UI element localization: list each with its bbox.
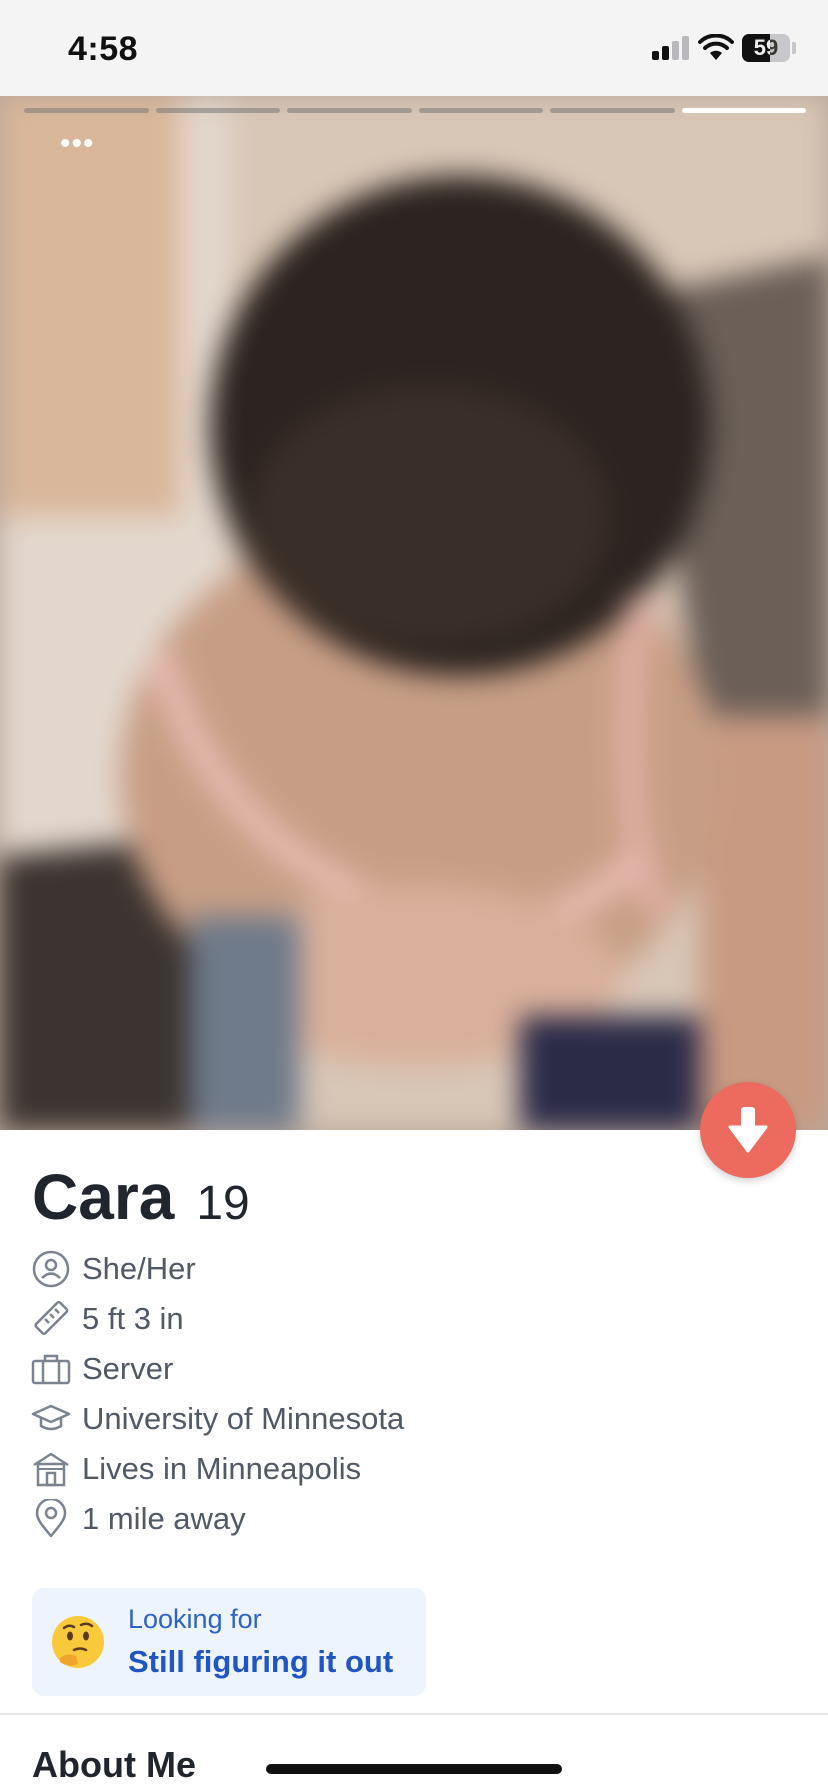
photo-progress-segment xyxy=(550,108,675,113)
more-dots-icon[interactable]: ••• xyxy=(60,129,95,159)
detail-school-text: University of Minnesota xyxy=(82,1401,405,1436)
photo-progress-segment xyxy=(681,108,806,113)
dislike-button[interactable] xyxy=(700,1082,796,1178)
thinking-face-emoji xyxy=(52,1616,104,1668)
detail-pronouns: She/Her xyxy=(30,1244,404,1294)
battery-icon: 59 xyxy=(742,34,790,62)
detail-height-text: 5 ft 3 in xyxy=(82,1301,184,1336)
looking-for-value: Still figuring it out xyxy=(128,1644,394,1679)
photo-progress-segment xyxy=(24,108,149,113)
detail-height: 5 ft 3 in xyxy=(30,1294,404,1344)
detail-distance-text: 1 mile away xyxy=(82,1501,246,1536)
photo-progress-segment xyxy=(287,108,412,113)
detail-school: University of Minnesota xyxy=(30,1394,404,1444)
location-pin-icon xyxy=(30,1498,72,1540)
status-bar: 4:58 59 xyxy=(0,0,828,96)
detail-residence-text: Lives in Minneapolis xyxy=(82,1451,362,1486)
detail-job-text: Server xyxy=(82,1351,174,1386)
looking-for-label: Looking for xyxy=(128,1604,262,1634)
photo-image xyxy=(0,96,828,1130)
ruler-icon xyxy=(30,1298,72,1340)
profile-details: She/Her 5 ft 3 in Server University of M… xyxy=(30,1244,404,1544)
detail-residence: Lives in Minneapolis xyxy=(30,1444,404,1494)
home-indicator[interactable] xyxy=(266,1764,562,1774)
about-me-heading: About Me xyxy=(32,1744,196,1785)
graduation-cap-icon xyxy=(30,1398,72,1440)
looking-for-card[interactable]: Looking for Still figuring it out xyxy=(32,1588,426,1696)
wifi-icon xyxy=(698,34,734,60)
briefcase-icon xyxy=(30,1348,72,1390)
detail-distance: 1 mile away xyxy=(30,1494,404,1544)
status-time: 4:58 xyxy=(68,30,139,68)
cellular-signal-icon xyxy=(652,36,690,60)
photo-progress xyxy=(24,108,806,114)
profile-name: Cara xyxy=(32,1161,175,1233)
person-icon xyxy=(30,1248,72,1290)
photo-progress-segment xyxy=(155,108,280,113)
profile-photo[interactable]: ••• xyxy=(0,96,828,1130)
detail-job: Server xyxy=(30,1344,404,1394)
name-age-row: Cara 19 xyxy=(32,1160,250,1240)
house-icon xyxy=(30,1448,72,1490)
battery-level: 59 xyxy=(753,35,779,60)
profile-age: 19 xyxy=(196,1177,250,1230)
photo-progress-segment xyxy=(418,108,543,113)
arrow-down-icon xyxy=(728,1107,768,1153)
section-divider xyxy=(0,1713,828,1715)
battery-cap xyxy=(792,42,796,54)
detail-pronouns-text: She/Her xyxy=(82,1251,196,1286)
